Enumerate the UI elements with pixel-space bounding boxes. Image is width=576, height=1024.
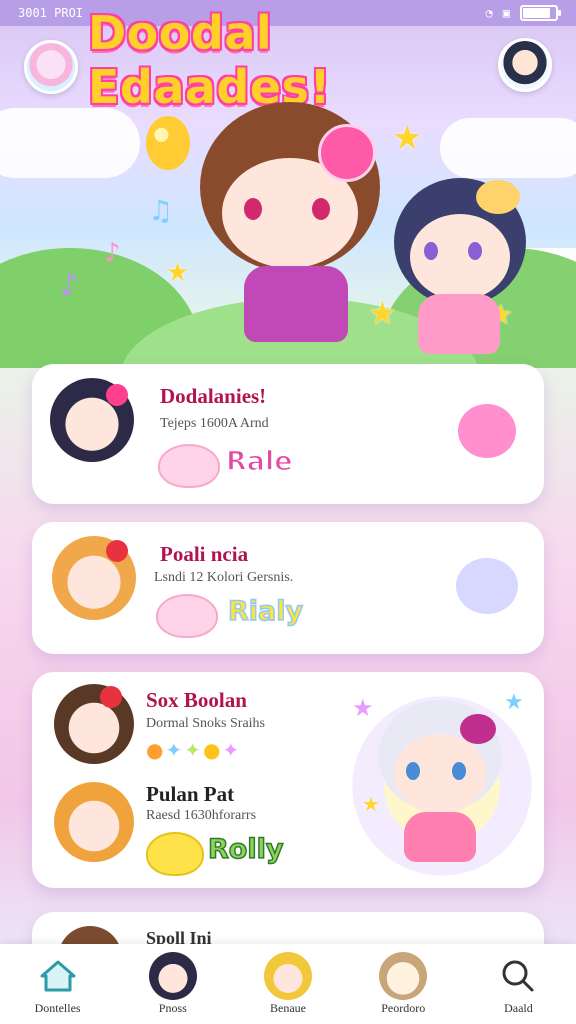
nav-label: Peordoro: [381, 1001, 426, 1015]
action-label[interactable]: Rale: [225, 445, 293, 478]
game-card[interactable]: Sox Boolan Dormal Snoks Sraihs ●✦✦●✦ Pul…: [32, 672, 544, 888]
app-title: Doodal Edaades!: [88, 6, 331, 114]
avatar-icon: [379, 952, 428, 1000]
flower-icon: [106, 384, 128, 406]
cloud: [440, 118, 576, 178]
card-title: Sox Boolan: [146, 688, 247, 712]
music-note-icon: ♫: [148, 194, 174, 227]
home-icon: [34, 952, 82, 1000]
character-avatar: [54, 684, 134, 764]
balloon-icon: [146, 116, 190, 170]
rotation-icon: ▣: [502, 6, 510, 20]
nav-label: Pnoss: [158, 1001, 187, 1015]
card-title: Poali ncia: [160, 542, 249, 566]
star-icon: ★: [368, 294, 397, 332]
avatar-icon: [148, 952, 197, 1000]
pet-icon: [456, 558, 518, 614]
music-note-icon: ♪: [60, 268, 80, 303]
nav-item-friends[interactable]: Pnoss: [115, 944, 230, 1024]
nav-label: Daald: [504, 1001, 533, 1015]
status-time: 3001 PROI: [18, 6, 84, 20]
character-avatar: [54, 782, 134, 862]
smile-blob-icon: [156, 594, 218, 638]
music-note-icon: ♪: [104, 238, 121, 268]
bottom-navigation: Dontelles Pnoss Benaue Peordoro Daald: [0, 944, 576, 1024]
game-card[interactable]: Dodalanies! Tejeps 1600A Arnd Rale: [32, 364, 544, 504]
nav-item-pets[interactable]: Peordoro: [346, 944, 461, 1024]
battery-fill: [523, 8, 550, 18]
star-icon: ★: [352, 694, 374, 722]
card-subtitle: Dormal Snoks Sraihs: [146, 716, 265, 731]
card-title: Pulan Pat: [146, 782, 235, 806]
bow-icon: [460, 714, 496, 744]
star-icon: ★: [362, 792, 380, 816]
search-icon: [494, 952, 542, 1000]
smile-blob-icon: [146, 832, 204, 876]
nav-item-home[interactable]: Dontelles: [0, 944, 115, 1024]
nav-label: Dontelles: [34, 1001, 81, 1015]
friend-avatar[interactable]: [498, 38, 552, 92]
battery-icon: [520, 5, 561, 21]
hero-illustration: ★ ★ ★ ★ ♫ ♪ ♪: [0, 98, 576, 368]
header: Doodal Edaades!: [0, 6, 576, 114]
profile-avatar[interactable]: [24, 40, 78, 94]
card-subtitle: Lsndi 12 Kolori Gersnis.: [154, 570, 294, 585]
star-icon: ✦: [165, 738, 185, 762]
star-icon: ★: [504, 690, 524, 715]
star-icon: ✦: [222, 738, 242, 762]
star-icon: ★: [392, 118, 423, 158]
pet-icon: [458, 404, 516, 458]
action-label[interactable]: Rialy: [227, 595, 304, 628]
nav-item-search[interactable]: Daald: [461, 944, 576, 1024]
cloud: [0, 108, 140, 178]
star-icon: ✦: [184, 738, 203, 762]
smile-blob-icon: [158, 444, 220, 488]
nav-item-play[interactable]: Benaue: [230, 944, 345, 1024]
candy-icon: ●: [146, 738, 166, 762]
card-subtitle: Raesd 1630hforarrs: [146, 808, 257, 823]
game-card[interactable]: Poali ncia Lsndi 12 Kolori Gersnis. Rial…: [32, 522, 544, 654]
nav-label: Benaue: [270, 1001, 306, 1015]
card-title: Dodalanies!: [160, 384, 267, 408]
card-subtitle: Tejeps 1600A Arnd: [160, 416, 269, 431]
flower-icon: [100, 686, 122, 708]
action-label[interactable]: Rolly: [207, 833, 284, 866]
candy-icon: ●: [202, 738, 223, 762]
flower-icon: [106, 540, 128, 562]
star-icon: ★: [166, 258, 190, 288]
avatar-icon: [264, 952, 312, 1000]
candy-row: ●✦✦●✦: [146, 738, 241, 762]
